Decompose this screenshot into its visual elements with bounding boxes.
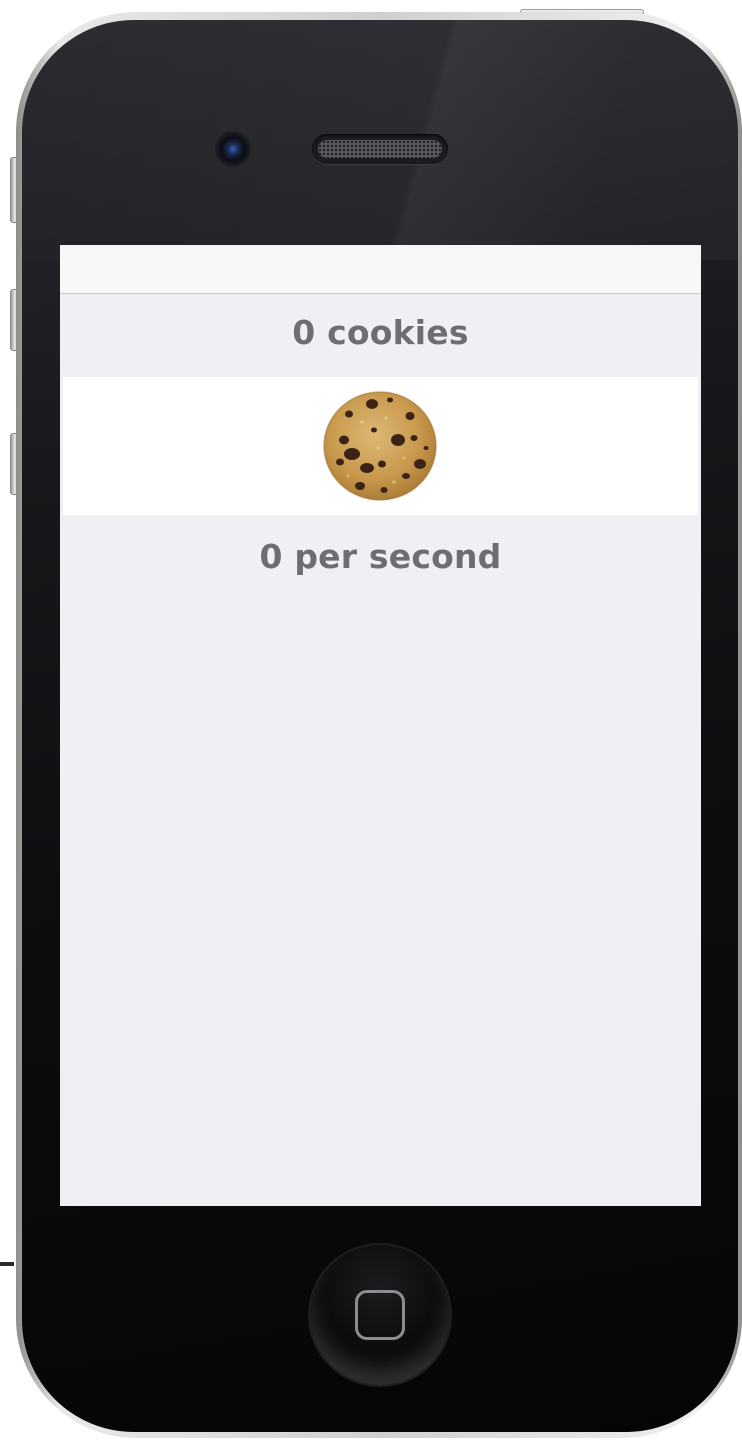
app-screen: 0 cookies 0 per second — [60, 245, 701, 1206]
cookies-per-second-label: 0 per second — [259, 537, 502, 576]
antenna-line — [0, 1262, 14, 1266]
cookie-cell — [63, 377, 698, 515]
home-square-icon — [355, 1290, 405, 1340]
cookie-count-label: 0 cookies — [292, 313, 469, 352]
front-camera-icon — [215, 131, 251, 167]
cookie-button[interactable] — [322, 390, 438, 502]
cookie-icon — [323, 391, 437, 501]
earpiece-speaker — [312, 134, 448, 164]
speaker-grill — [318, 140, 442, 158]
navigation-bar — [60, 245, 701, 294]
simulator-stage: 0 cookies 0 per second — [0, 0, 742, 1440]
home-button[interactable] — [310, 1245, 450, 1385]
